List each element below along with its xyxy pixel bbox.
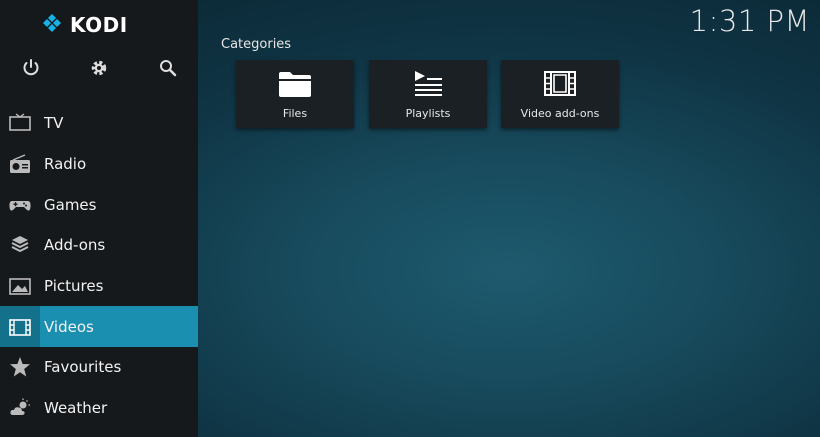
weather-icon [0,397,40,419]
menu-label: Add-ons [44,236,106,255]
categories-title: Categories [221,37,292,52]
category-tile-files[interactable]: Files [236,60,354,128]
menu-label: Videos [44,317,94,336]
menu-item-tv[interactable]: TV [0,103,198,144]
star-icon [0,356,40,378]
menu-item-games[interactable]: Games [0,184,198,225]
film-icon [0,316,40,338]
menu-item-radio[interactable]: Radio [0,144,198,185]
picture-icon [0,275,40,297]
playlist-icon [415,71,442,96]
folder-icon [279,72,311,97]
menu-label: Favourites [44,358,122,377]
clock: 1:31 PM [689,4,810,38]
power-icon[interactable] [19,56,43,80]
app-name: KODI [70,13,128,37]
kodi-logo-icon [43,14,61,32]
menu-item-favourites[interactable]: Favourites [0,347,198,388]
film-icon [544,71,576,96]
sidebar: KODI TV Radio Games Add-ons Pictures Vid… [0,0,198,437]
menu-item-addons[interactable]: Add-ons [0,225,198,266]
radio-icon [0,153,40,175]
box-icon [0,234,40,256]
menu-label: Radio [44,155,87,174]
gamepad-icon [0,194,40,216]
search-icon[interactable] [156,56,180,80]
tile-label: Video add-ons [520,107,600,120]
gear-icon[interactable] [87,56,111,80]
menu-item-pictures[interactable]: Pictures [0,266,198,307]
menu-label: Weather [44,399,108,418]
kodi-logo[interactable]: KODI [40,12,128,38]
menu-item-videos[interactable]: Videos [0,306,198,348]
top-controls [0,56,198,82]
menu-label: Pictures [44,277,104,296]
tv-icon [0,112,40,134]
menu-item-weather[interactable]: Weather [0,388,198,429]
main-menu: TV Radio Games Add-ons Pictures Videos F… [0,103,198,429]
category-tile-video-addons[interactable]: Video add-ons [501,60,619,128]
tile-label: Files [282,107,308,120]
menu-label: Games [44,195,97,214]
category-tile-playlists[interactable]: Playlists [369,60,487,128]
menu-label: TV [44,114,64,133]
tile-label: Playlists [405,107,451,120]
